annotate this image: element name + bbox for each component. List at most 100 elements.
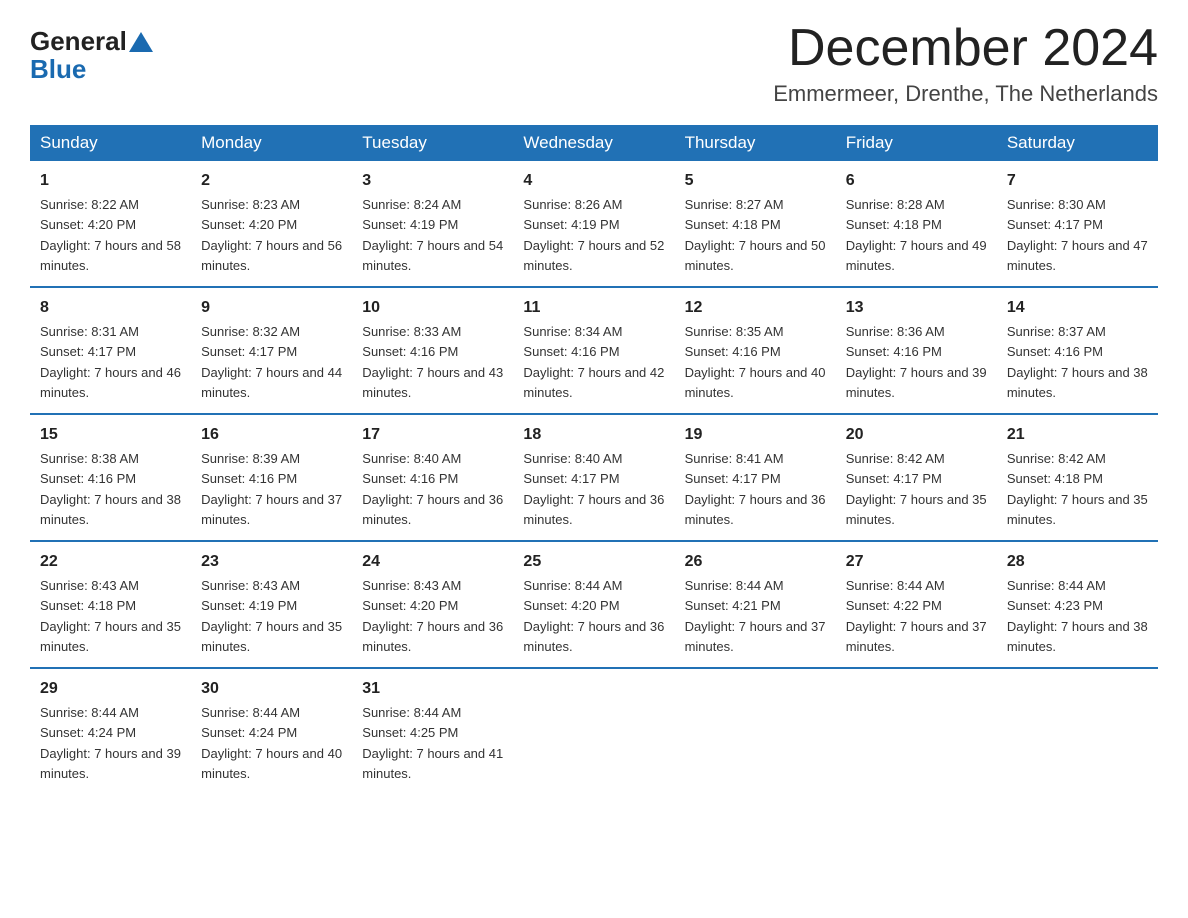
week-row-3: 22 Sunrise: 8:43 AMSunset: 4:18 PMDaylig… — [30, 541, 1158, 668]
calendar-cell: 9 Sunrise: 8:32 AMSunset: 4:17 PMDayligh… — [191, 287, 352, 414]
day-info: Sunrise: 8:44 AMSunset: 4:24 PMDaylight:… — [40, 705, 181, 781]
header-day-monday: Monday — [191, 125, 352, 161]
day-info: Sunrise: 8:26 AMSunset: 4:19 PMDaylight:… — [523, 197, 664, 273]
calendar-cell: 15 Sunrise: 8:38 AMSunset: 4:16 PMDaylig… — [30, 414, 191, 541]
day-number: 7 — [1007, 169, 1148, 193]
day-info: Sunrise: 8:44 AMSunset: 4:23 PMDaylight:… — [1007, 578, 1148, 654]
calendar-cell: 29 Sunrise: 8:44 AMSunset: 4:24 PMDaylig… — [30, 668, 191, 794]
day-info: Sunrise: 8:43 AMSunset: 4:18 PMDaylight:… — [40, 578, 181, 654]
day-info: Sunrise: 8:43 AMSunset: 4:19 PMDaylight:… — [201, 578, 342, 654]
day-info: Sunrise: 8:44 AMSunset: 4:22 PMDaylight:… — [846, 578, 987, 654]
day-number: 10 — [362, 296, 503, 320]
day-number: 2 — [201, 169, 342, 193]
logo-triangle-icon — [129, 32, 153, 52]
title-area: December 2024 Emmermeer, Drenthe, The Ne… — [773, 20, 1158, 107]
day-info: Sunrise: 8:44 AMSunset: 4:24 PMDaylight:… — [201, 705, 342, 781]
week-row-0: 1 Sunrise: 8:22 AMSunset: 4:20 PMDayligh… — [30, 161, 1158, 287]
day-number: 30 — [201, 677, 342, 701]
day-number: 12 — [685, 296, 826, 320]
day-info: Sunrise: 8:43 AMSunset: 4:20 PMDaylight:… — [362, 578, 503, 654]
day-info: Sunrise: 8:40 AMSunset: 4:17 PMDaylight:… — [523, 451, 664, 527]
calendar-cell: 18 Sunrise: 8:40 AMSunset: 4:17 PMDaylig… — [513, 414, 674, 541]
logo: General Blue — [30, 28, 155, 85]
day-number: 24 — [362, 550, 503, 574]
day-info: Sunrise: 8:32 AMSunset: 4:17 PMDaylight:… — [201, 324, 342, 400]
calendar-cell: 21 Sunrise: 8:42 AMSunset: 4:18 PMDaylig… — [997, 414, 1158, 541]
day-info: Sunrise: 8:22 AMSunset: 4:20 PMDaylight:… — [40, 197, 181, 273]
day-info: Sunrise: 8:39 AMSunset: 4:16 PMDaylight:… — [201, 451, 342, 527]
header-day-saturday: Saturday — [997, 125, 1158, 161]
day-info: Sunrise: 8:44 AMSunset: 4:25 PMDaylight:… — [362, 705, 503, 781]
day-info: Sunrise: 8:40 AMSunset: 4:16 PMDaylight:… — [362, 451, 503, 527]
calendar-cell: 8 Sunrise: 8:31 AMSunset: 4:17 PMDayligh… — [30, 287, 191, 414]
day-info: Sunrise: 8:44 AMSunset: 4:21 PMDaylight:… — [685, 578, 826, 654]
calendar-cell — [513, 668, 674, 794]
day-number: 23 — [201, 550, 342, 574]
day-number: 14 — [1007, 296, 1148, 320]
calendar-cell: 16 Sunrise: 8:39 AMSunset: 4:16 PMDaylig… — [191, 414, 352, 541]
calendar-cell — [675, 668, 836, 794]
day-number: 22 — [40, 550, 181, 574]
day-number: 11 — [523, 296, 664, 320]
day-info: Sunrise: 8:34 AMSunset: 4:16 PMDaylight:… — [523, 324, 664, 400]
day-info: Sunrise: 8:35 AMSunset: 4:16 PMDaylight:… — [685, 324, 826, 400]
calendar-cell: 22 Sunrise: 8:43 AMSunset: 4:18 PMDaylig… — [30, 541, 191, 668]
calendar-cell: 20 Sunrise: 8:42 AMSunset: 4:17 PMDaylig… — [836, 414, 997, 541]
day-number: 25 — [523, 550, 664, 574]
day-number: 17 — [362, 423, 503, 447]
day-number: 6 — [846, 169, 987, 193]
header-day-sunday: Sunday — [30, 125, 191, 161]
day-info: Sunrise: 8:31 AMSunset: 4:17 PMDaylight:… — [40, 324, 181, 400]
header-day-friday: Friday — [836, 125, 997, 161]
calendar-cell: 4 Sunrise: 8:26 AMSunset: 4:19 PMDayligh… — [513, 161, 674, 287]
logo-general-text: General — [30, 28, 127, 54]
day-info: Sunrise: 8:37 AMSunset: 4:16 PMDaylight:… — [1007, 324, 1148, 400]
calendar-cell: 6 Sunrise: 8:28 AMSunset: 4:18 PMDayligh… — [836, 161, 997, 287]
day-info: Sunrise: 8:42 AMSunset: 4:17 PMDaylight:… — [846, 451, 987, 527]
week-row-2: 15 Sunrise: 8:38 AMSunset: 4:16 PMDaylig… — [30, 414, 1158, 541]
calendar-cell: 25 Sunrise: 8:44 AMSunset: 4:20 PMDaylig… — [513, 541, 674, 668]
day-number: 18 — [523, 423, 664, 447]
calendar-cell: 30 Sunrise: 8:44 AMSunset: 4:24 PMDaylig… — [191, 668, 352, 794]
day-number: 26 — [685, 550, 826, 574]
day-number: 19 — [685, 423, 826, 447]
day-info: Sunrise: 8:42 AMSunset: 4:18 PMDaylight:… — [1007, 451, 1148, 527]
header-day-wednesday: Wednesday — [513, 125, 674, 161]
day-number: 31 — [362, 677, 503, 701]
day-number: 3 — [362, 169, 503, 193]
day-info: Sunrise: 8:27 AMSunset: 4:18 PMDaylight:… — [685, 197, 826, 273]
calendar-cell: 2 Sunrise: 8:23 AMSunset: 4:20 PMDayligh… — [191, 161, 352, 287]
logo-blue-text: Blue — [30, 54, 86, 85]
day-number: 16 — [201, 423, 342, 447]
calendar-cell: 26 Sunrise: 8:44 AMSunset: 4:21 PMDaylig… — [675, 541, 836, 668]
day-info: Sunrise: 8:24 AMSunset: 4:19 PMDaylight:… — [362, 197, 503, 273]
day-info: Sunrise: 8:36 AMSunset: 4:16 PMDaylight:… — [846, 324, 987, 400]
day-info: Sunrise: 8:33 AMSunset: 4:16 PMDaylight:… — [362, 324, 503, 400]
day-number: 29 — [40, 677, 181, 701]
day-info: Sunrise: 8:38 AMSunset: 4:16 PMDaylight:… — [40, 451, 181, 527]
header: General Blue December 2024 Emmermeer, Dr… — [30, 20, 1158, 107]
calendar-cell: 3 Sunrise: 8:24 AMSunset: 4:19 PMDayligh… — [352, 161, 513, 287]
day-number: 20 — [846, 423, 987, 447]
day-number: 9 — [201, 296, 342, 320]
day-number: 1 — [40, 169, 181, 193]
day-info: Sunrise: 8:30 AMSunset: 4:17 PMDaylight:… — [1007, 197, 1148, 273]
calendar-cell: 5 Sunrise: 8:27 AMSunset: 4:18 PMDayligh… — [675, 161, 836, 287]
calendar-cell: 19 Sunrise: 8:41 AMSunset: 4:17 PMDaylig… — [675, 414, 836, 541]
day-number: 27 — [846, 550, 987, 574]
day-info: Sunrise: 8:28 AMSunset: 4:18 PMDaylight:… — [846, 197, 987, 273]
day-number: 21 — [1007, 423, 1148, 447]
calendar-cell: 12 Sunrise: 8:35 AMSunset: 4:16 PMDaylig… — [675, 287, 836, 414]
calendar-cell: 14 Sunrise: 8:37 AMSunset: 4:16 PMDaylig… — [997, 287, 1158, 414]
calendar-cell: 1 Sunrise: 8:22 AMSunset: 4:20 PMDayligh… — [30, 161, 191, 287]
calendar-cell: 31 Sunrise: 8:44 AMSunset: 4:25 PMDaylig… — [352, 668, 513, 794]
calendar-cell: 27 Sunrise: 8:44 AMSunset: 4:22 PMDaylig… — [836, 541, 997, 668]
day-info: Sunrise: 8:41 AMSunset: 4:17 PMDaylight:… — [685, 451, 826, 527]
calendar-cell: 13 Sunrise: 8:36 AMSunset: 4:16 PMDaylig… — [836, 287, 997, 414]
calendar-cell: 7 Sunrise: 8:30 AMSunset: 4:17 PMDayligh… — [997, 161, 1158, 287]
day-info: Sunrise: 8:23 AMSunset: 4:20 PMDaylight:… — [201, 197, 342, 273]
day-number: 4 — [523, 169, 664, 193]
calendar-cell: 17 Sunrise: 8:40 AMSunset: 4:16 PMDaylig… — [352, 414, 513, 541]
header-row: SundayMondayTuesdayWednesdayThursdayFrid… — [30, 125, 1158, 161]
calendar-table: SundayMondayTuesdayWednesdayThursdayFrid… — [30, 125, 1158, 794]
